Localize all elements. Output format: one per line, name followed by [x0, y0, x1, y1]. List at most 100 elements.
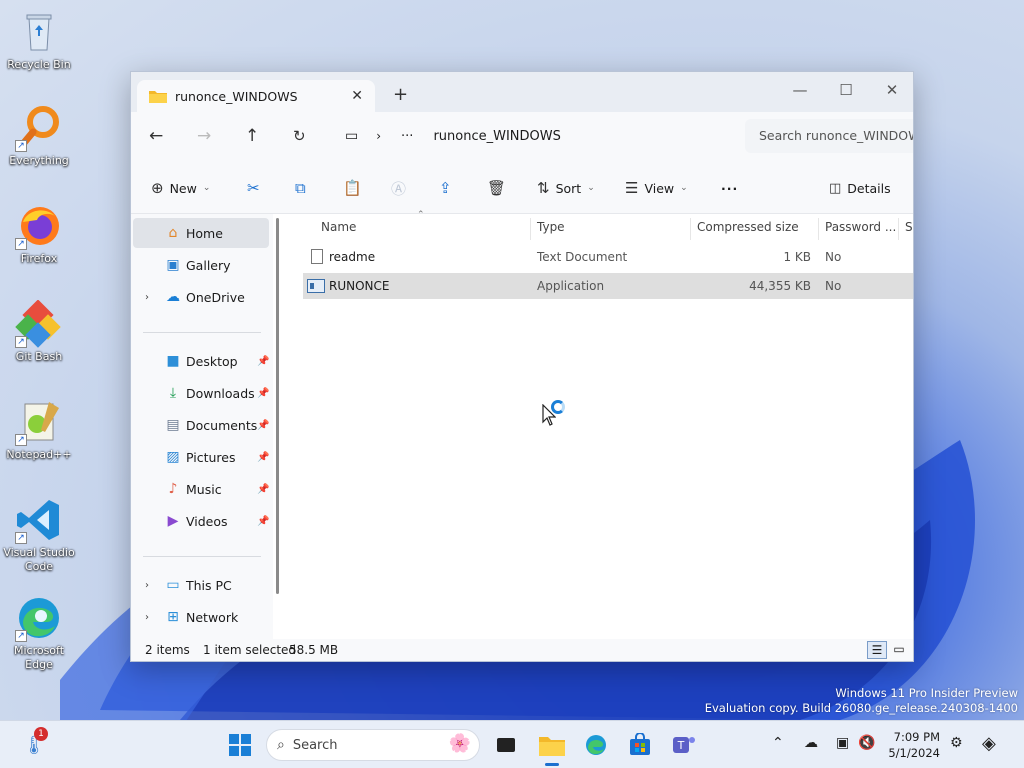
desktop-icon-everything[interactable]: ↗ Everything: [2, 104, 76, 168]
pin-icon: 📌: [257, 451, 270, 463]
tab-runonce-windows[interactable]: runonce_WINDOWS ✕: [137, 80, 375, 112]
notification-badge: 1: [34, 727, 48, 741]
sidebar-item-downloads[interactable]: ⤓ Downloads 📌: [133, 378, 270, 408]
column-header-size[interactable]: Si: [905, 220, 913, 234]
taskbar-search[interactable]: ⌕ Search 🌸: [266, 729, 480, 761]
copilot-icon[interactable]: ◈: [982, 733, 996, 754]
desktop-icon-vscode[interactable]: ↗ Visual Studio Code: [2, 496, 76, 574]
shortcut-arrow-icon: ↗: [15, 238, 27, 250]
column-header-type[interactable]: Type: [537, 220, 565, 234]
column-header-name[interactable]: Name: [321, 220, 356, 234]
sidebar-item-gallery[interactable]: ▣ Gallery: [133, 250, 269, 280]
view-button[interactable]: ☰ View ⌄: [625, 175, 688, 201]
search-icon: ⌕: [277, 737, 285, 753]
widgets-button[interactable]: 🌡 1: [20, 727, 48, 759]
tab-close-icon[interactable]: ✕: [351, 88, 363, 104]
chevron-right-icon[interactable]: ›: [145, 292, 149, 303]
application-icon: [307, 279, 325, 293]
shortcut-arrow-icon: ↗: [15, 140, 27, 152]
sort-button[interactable]: ⇅ Sort ⌄: [537, 175, 595, 201]
file-explorer-taskbar-button[interactable]: [538, 731, 566, 759]
chevron-down-icon: ⌄: [202, 183, 211, 193]
details-view-icon: ☰: [871, 643, 883, 657]
details-pane-button[interactable]: ◫ Details: [829, 175, 891, 201]
chevron-right-icon[interactable]: ›: [145, 580, 149, 591]
back-button[interactable]: ←: [149, 126, 163, 146]
shortcut-arrow-icon: ↗: [15, 630, 27, 642]
cut-button[interactable]: ✂: [247, 175, 266, 201]
start-button[interactable]: [226, 731, 254, 759]
column-header-compressed-size[interactable]: Compressed size: [697, 220, 799, 234]
new-tab-button[interactable]: +: [393, 84, 408, 105]
forward-button[interactable]: →: [197, 126, 211, 146]
desktop-icon-edge[interactable]: ↗ Microsoft Edge: [2, 594, 76, 672]
share-button[interactable]: ⇪: [439, 175, 458, 201]
column-header-password[interactable]: Password ...: [825, 220, 896, 234]
breadcrumb-current[interactable]: runonce_WINDOWS: [433, 129, 560, 144]
sidebar-scrollbar[interactable]: [276, 218, 279, 594]
up-button[interactable]: ↑: [245, 126, 259, 146]
scissors-icon: ✂: [247, 179, 260, 197]
file-row-runonce[interactable]: RUNONCE Application 44,355 KB No: [303, 273, 913, 299]
computer-icon: ▭: [166, 577, 180, 593]
minimize-button[interactable]: —: [777, 76, 823, 104]
desktop-icon-notepad-plus-plus[interactable]: ↗ Notepad++: [2, 398, 76, 462]
sidebar-item-desktop[interactable]: ■ Desktop 📌: [133, 346, 269, 376]
desktop-icon-recycle-bin[interactable]: Recycle Bin: [2, 8, 76, 72]
command-bar: ⊕ New ⌄ ✂ ⧉ 📋 Ⓐ ⇪ 🗑 ⇅ Sort ⌄ ☰ View ⌄ ··…: [131, 162, 913, 214]
sidebar-item-network[interactable]: › ⊞ Network: [133, 602, 269, 632]
tiles-view-button[interactable]: ▭: [889, 641, 909, 659]
rename-button[interactable]: Ⓐ: [391, 175, 412, 201]
clipboard-icon: 📋: [343, 179, 362, 197]
pin-icon: 📌: [257, 483, 270, 495]
close-window-button[interactable]: ✕: [869, 76, 913, 104]
refresh-button[interactable]: ↻: [293, 127, 306, 145]
cloud-icon: ☁: [166, 289, 180, 305]
sidebar-item-music[interactable]: ♪ Music 📌: [133, 474, 270, 504]
delete-button[interactable]: 🗑: [487, 175, 512, 201]
sidebar-item-onedrive[interactable]: › ☁ OneDrive: [133, 282, 269, 312]
show-hidden-icons-button[interactable]: ⌃: [772, 735, 784, 751]
sidebar-item-this-pc[interactable]: › ▭ This PC: [133, 570, 269, 600]
store-taskbar-button[interactable]: [626, 731, 654, 759]
sidebar-item-documents[interactable]: ▤ Documents 📌: [133, 410, 269, 440]
sidebar-item-videos[interactable]: ▶ Videos 📌: [133, 506, 270, 536]
notification-center-icon[interactable]: ⚙: [950, 735, 963, 751]
taskbar: 🌡 1 ⌕ Search 🌸 T ⌃ ☁ ▣ 🔇 7:09 PM 5/1/202…: [0, 720, 1024, 768]
onedrive-offline-icon[interactable]: ☁: [804, 735, 818, 751]
details-view-button[interactable]: ☰: [867, 641, 887, 659]
pin-icon: 📌: [257, 419, 270, 431]
edge-taskbar-button[interactable]: [582, 731, 610, 759]
network-status-icon[interactable]: ▣: [836, 735, 849, 751]
new-button[interactable]: ⊕ New ⌄: [151, 175, 210, 201]
task-view-button[interactable]: [492, 731, 520, 759]
column-separator: [818, 218, 819, 240]
document-icon: ▤: [166, 417, 180, 433]
column-separator: [898, 218, 899, 240]
file-row-readme[interactable]: readme Text Document 1 KB No: [303, 244, 913, 270]
sidebar-item-home[interactable]: ⌂ Home: [133, 218, 269, 248]
desktop-icon-git-bash[interactable]: ↗ Git Bash: [2, 299, 76, 364]
copy-button[interactable]: ⧉: [295, 175, 312, 201]
tab-title: runonce_WINDOWS: [175, 88, 298, 104]
share-icon: ⇪: [439, 179, 452, 197]
chevron-down-icon: ⌄: [680, 183, 688, 193]
more-options-button[interactable]: ···: [721, 175, 738, 201]
teams-taskbar-button[interactable]: T: [670, 731, 698, 759]
chevron-right-icon: ›: [376, 129, 382, 143]
clock[interactable]: 7:09 PM 5/1/2024: [860, 729, 940, 761]
video-icon: ▶: [167, 513, 179, 529]
desktop-icon-firefox[interactable]: ↗ Firefox: [2, 202, 76, 266]
selection-size: 58.5 MB: [289, 643, 339, 657]
address-bar[interactable]: ▭ › ··· runonce_WINDOWS: [337, 119, 737, 153]
sidebar-item-pictures[interactable]: ▨ Pictures 📌: [133, 442, 269, 472]
chevron-right-icon[interactable]: ›: [145, 612, 149, 623]
paste-button[interactable]: 📋: [343, 175, 368, 201]
breadcrumb-overflow[interactable]: ···: [401, 129, 413, 144]
pin-icon: 📌: [257, 387, 270, 399]
search-input[interactable]: Search runonce_WINDOWS: [745, 119, 913, 153]
column-separator: [530, 218, 531, 240]
maximize-button[interactable]: ☐: [823, 76, 869, 104]
evaluation-watermark: Windows 11 Pro Insider Preview Evaluatio…: [704, 686, 1018, 715]
shortcut-arrow-icon: ↗: [15, 532, 27, 544]
